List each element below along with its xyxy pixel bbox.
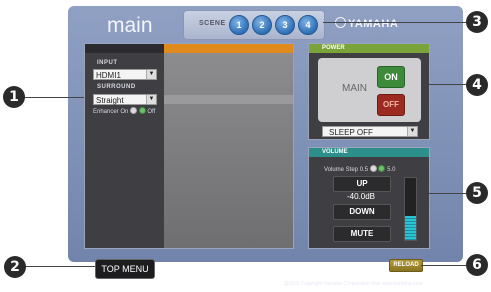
- sleep-select[interactable]: SLEEP OFF ▼: [322, 126, 418, 137]
- mute-button[interactable]: MUTE: [333, 226, 391, 242]
- power-panel-header: POWER: [309, 44, 429, 53]
- callout-1: 1: [3, 86, 25, 108]
- volume-down-button[interactable]: DOWN: [333, 204, 391, 220]
- yamaha-logo: YAMAHA: [335, 17, 398, 30]
- callout-6-leader: [421, 265, 468, 266]
- brand-name: YAMAHA: [348, 18, 399, 30]
- callout-4-leader: [428, 84, 468, 85]
- volume-value: -40.0dB: [346, 192, 376, 201]
- power-on-button[interactable]: ON: [377, 66, 405, 88]
- volume-step-0-5-radio[interactable]: [369, 165, 377, 172]
- volume-up-button[interactable]: UP: [333, 176, 391, 192]
- volume-panel: VOLUME Volume Step 0.5 5.0 UP -40.0dB DO…: [308, 147, 430, 249]
- callout-5-leader: [428, 193, 468, 194]
- input-select-value: HDMI1: [96, 71, 121, 80]
- main-zone-label: MAIN: [342, 83, 367, 94]
- enhancer-off-label: Off: [147, 109, 156, 115]
- input-panel: INPUT HDMI1 ▼ SURROUND Straight ▼ Enhanc…: [84, 43, 294, 249]
- callout-5: 5: [466, 182, 488, 204]
- volume-level-fill: [405, 216, 416, 240]
- input-list-selected-row[interactable]: [164, 95, 293, 104]
- surround-label: SURROUND: [97, 84, 136, 90]
- input-label: INPUT: [97, 60, 118, 66]
- volume-level-meter: [404, 177, 417, 241]
- scene-button-2[interactable]: 2: [252, 15, 272, 35]
- power-control-area: MAIN ON OFF: [318, 58, 421, 122]
- callout-3-leader: [323, 22, 468, 23]
- chevron-down-icon: ▼: [146, 70, 156, 79]
- enhancer-row: Enhancer On Off: [93, 107, 155, 115]
- input-panel-accent-bar: [164, 44, 293, 53]
- scene-bar: SCENE 1 2 3 4: [183, 10, 325, 40]
- enhancer-off-radio[interactable]: [138, 107, 146, 114]
- enhancer-label: Enhancer: [93, 109, 119, 115]
- page-title: main: [107, 14, 153, 37]
- sleep-select-value: SLEEP OFF: [329, 128, 373, 137]
- callout-2: 2: [4, 256, 26, 278]
- input-select[interactable]: HDMI1 ▼: [93, 69, 157, 80]
- volume-step-option-5-0: 5.0: [387, 167, 396, 173]
- callout-3: 3: [466, 11, 488, 33]
- reload-button[interactable]: RELOAD: [389, 259, 423, 272]
- scene-label: SCENE: [199, 20, 226, 27]
- top-menu-button[interactable]: TOP MENU: [95, 259, 155, 279]
- surround-select-value: Straight: [96, 96, 124, 105]
- surround-select[interactable]: Straight ▼: [93, 94, 157, 105]
- volume-step-option-0-5: 0.5: [359, 167, 369, 173]
- volume-panel-header: VOLUME: [309, 148, 429, 157]
- chevron-down-icon: ▼: [407, 127, 417, 136]
- copyright-text: @2011 Copyright Yamaha Corporation Visit…: [284, 281, 423, 287]
- scene-button-3[interactable]: 3: [275, 15, 295, 35]
- power-title: POWER: [322, 45, 345, 51]
- callout-2-leader: [25, 266, 95, 267]
- volume-step-row: Volume Step 0.5 5.0: [324, 165, 395, 173]
- callout-1-leader: [24, 97, 84, 98]
- power-panel: POWER MAIN ON OFF SLEEP OFF ▼: [308, 43, 430, 140]
- power-off-button[interactable]: OFF: [377, 94, 405, 116]
- input-list-area[interactable]: [164, 53, 293, 248]
- chevron-down-icon: ▼: [146, 95, 156, 104]
- volume-step-5-0-radio[interactable]: [378, 165, 386, 172]
- scene-button-4[interactable]: 4: [298, 15, 318, 35]
- volume-step-label: Volume Step: [324, 167, 359, 173]
- enhancer-on-radio[interactable]: [130, 107, 138, 114]
- callout-6: 6: [466, 254, 488, 276]
- callout-4: 4: [466, 74, 488, 96]
- volume-title: VOLUME: [322, 149, 348, 155]
- scene-button-1[interactable]: 1: [229, 15, 249, 35]
- enhancer-on-label: On: [120, 109, 129, 115]
